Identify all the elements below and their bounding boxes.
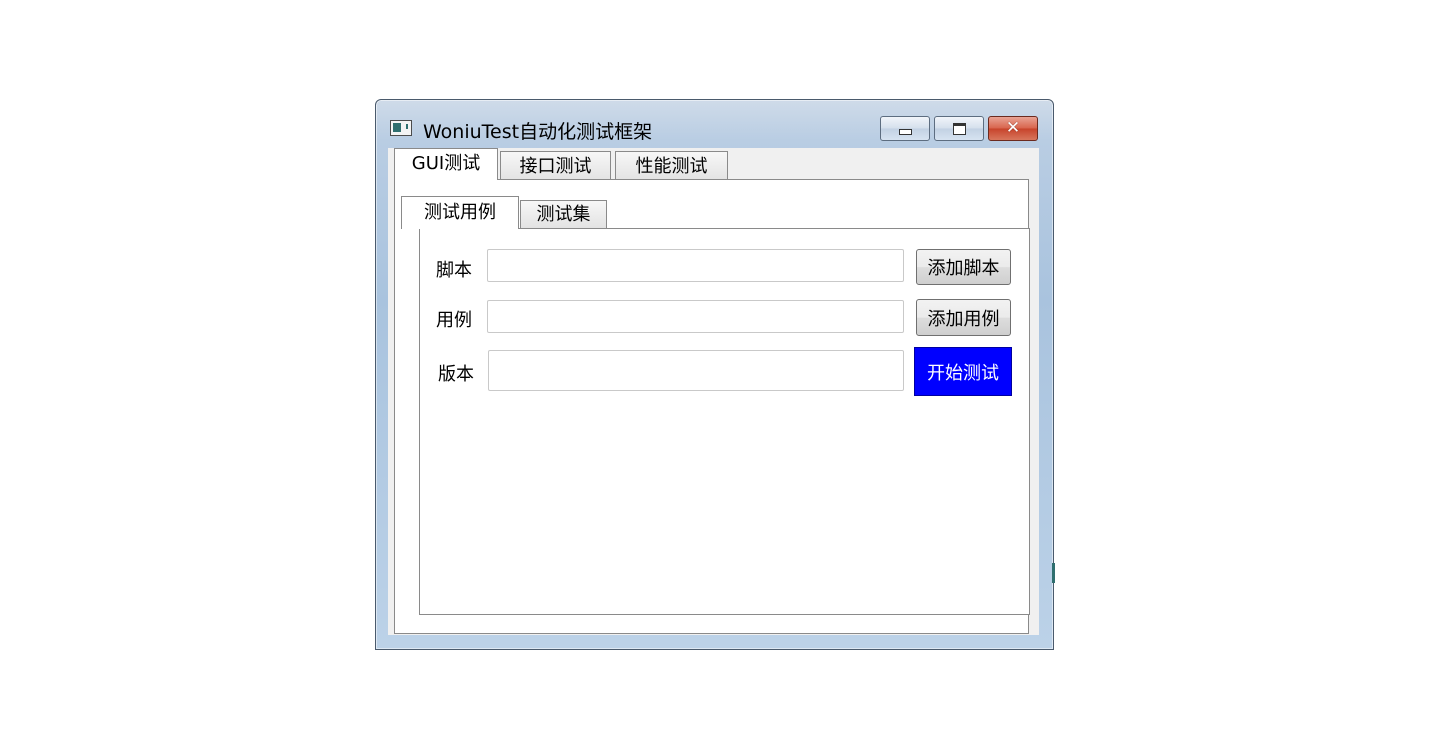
close-icon: ✕ (1005, 118, 1021, 138)
script-input[interactable] (487, 249, 904, 282)
tab-api-test[interactable]: 接口测试 (500, 151, 611, 180)
tab-performance-test[interactable]: 性能测试 (615, 151, 728, 180)
minimize-button[interactable] (880, 116, 930, 141)
window-edge-artifact (1052, 563, 1055, 583)
test-cases-panel: 脚本 添加脚本 用例 添加用例 版本 开始测试 (419, 228, 1030, 615)
version-label: 版本 (438, 364, 474, 385)
add-case-button[interactable]: 添加用例 (916, 299, 1011, 336)
app-icon (390, 120, 412, 136)
close-button[interactable]: ✕ (988, 116, 1038, 141)
maximize-button[interactable] (934, 116, 984, 141)
maximize-icon (952, 122, 966, 135)
tab-test-suite[interactable]: 测试集 (520, 200, 607, 228)
window-title: WoniuTest自动化测试框架 (423, 121, 653, 143)
main-window: WoniuTest自动化测试框架 ✕ GUI测试 接口测试 性能测试 测试用例 … (375, 99, 1054, 650)
case-label: 用例 (436, 310, 472, 331)
case-input[interactable] (487, 300, 904, 333)
tab-gui-test[interactable]: GUI测试 (394, 148, 498, 180)
minimize-icon (898, 128, 912, 135)
script-label: 脚本 (436, 260, 472, 281)
title-bar[interactable]: WoniuTest自动化测试框架 ✕ (376, 100, 1053, 148)
tab-test-cases[interactable]: 测试用例 (401, 196, 519, 229)
add-script-button[interactable]: 添加脚本 (916, 249, 1011, 285)
start-test-button[interactable]: 开始测试 (914, 347, 1012, 396)
version-input[interactable] (488, 350, 904, 391)
window-client-area: GUI测试 接口测试 性能测试 测试用例 测试集 脚本 添加脚本 用例 添加用例… (388, 148, 1039, 635)
gui-test-panel: 测试用例 测试集 脚本 添加脚本 用例 添加用例 版本 开始测试 (394, 179, 1030, 634)
